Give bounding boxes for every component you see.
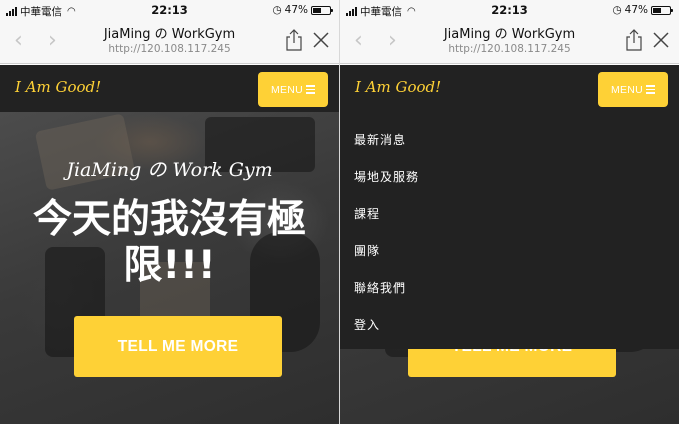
battery-icon <box>311 5 333 15</box>
website: I Am Good! MENU JiaMing の Work Gym 今天的我沒… <box>0 65 339 424</box>
alarm-icon: ◷ <box>272 4 282 16</box>
hero-subtitle: JiaMing の Work Gym <box>66 159 273 181</box>
menu-item-courses[interactable]: 課程 <box>340 196 679 233</box>
menu-item-news[interactable]: 最新消息 <box>340 122 679 159</box>
menu-button-label: MENU <box>270 83 304 96</box>
battery-icon <box>651 5 673 15</box>
brand-logo[interactable]: I Am Good! <box>15 78 101 96</box>
menu-item-team[interactable]: 團隊 <box>340 233 679 270</box>
hero-section: JiaMing の Work Gym 今天的我沒有極限!!! TELL ME M… <box>0 112 339 424</box>
brand-logo[interactable]: I Am Good! <box>355 78 441 96</box>
hamburger-icon <box>646 85 656 94</box>
share-icon[interactable] <box>285 29 303 51</box>
close-icon[interactable] <box>311 30 331 50</box>
battery-percent: 47% <box>284 4 308 16</box>
menu-button[interactable]: MENU <box>258 72 328 107</box>
tell-me-more-button[interactable]: TELL ME MORE <box>74 316 282 377</box>
menu-item-contact[interactable]: 聯絡我們 <box>340 270 679 307</box>
hero-heading: 今天的我沒有極限!!! <box>32 197 306 288</box>
browser-toolbar: ‹ › JiaMing の WorkGym http://120.108.117… <box>340 20 679 64</box>
menu-item-login[interactable]: 登入 <box>340 307 679 344</box>
menu-item-venue-services[interactable]: 場地及服務 <box>340 159 679 196</box>
menu-button[interactable]: MENU <box>598 72 668 107</box>
close-icon[interactable] <box>651 30 671 50</box>
status-bar: 中華電信 ◠ 22:13 ◷ 47% <box>0 0 339 20</box>
status-bar: 中華電信 ◠ 22:13 ◷ 47% <box>340 0 679 20</box>
alarm-icon: ◷ <box>612 4 622 16</box>
browser-toolbar: ‹ › JiaMing の WorkGym http://120.108.117… <box>0 20 339 64</box>
phone-screen-menu-open: 中華電信 ◠ 22:13 ◷ 47% ‹ › JiaMing の WorkGym… <box>340 0 679 424</box>
menu-button-label: MENU <box>610 83 644 96</box>
hamburger-icon <box>306 85 316 94</box>
share-icon[interactable] <box>625 29 643 51</box>
battery-percent: 47% <box>624 4 648 16</box>
site-navbar: I Am Good! MENU <box>340 65 679 112</box>
site-navbar: I Am Good! MENU <box>0 65 339 112</box>
phone-screen-home: 中華電信 ◠ 22:13 ◷ 47% ‹ › JiaMing の WorkGym… <box>0 0 339 424</box>
nav-menu-dropdown: 最新消息 場地及服務 課程 團隊 聯絡我們 登入 <box>340 112 679 349</box>
website: I Am Good! MENU 最新消息 場地及服務 課程 團隊 聯絡我們 登入… <box>340 65 679 424</box>
